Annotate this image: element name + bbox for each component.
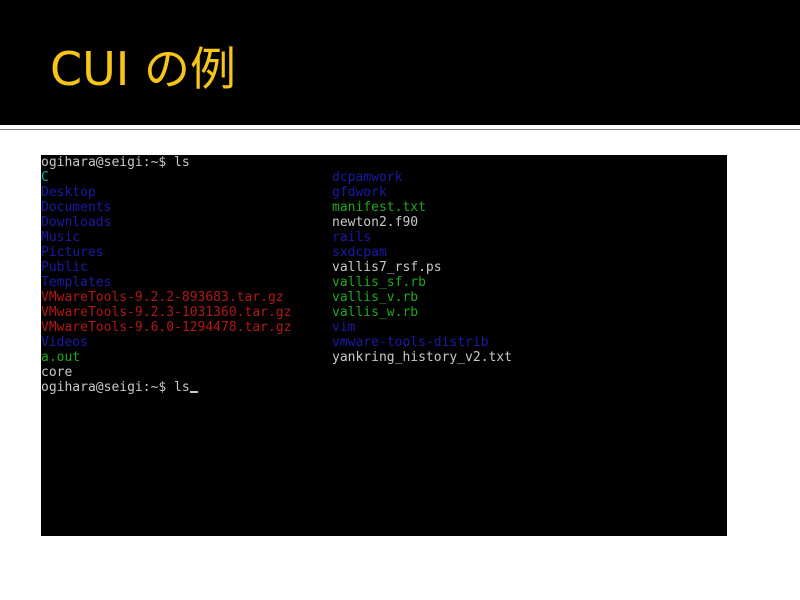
file-entry: yankring_history_v2.txt	[332, 350, 513, 365]
title-divider	[0, 129, 800, 130]
file-entry: dcpamwork	[332, 170, 403, 185]
file-entry: Downloads	[41, 215, 112, 230]
file-entry: vallis_w.rb	[332, 305, 419, 320]
file-entry: core	[41, 365, 73, 380]
file-entry: Videos	[41, 335, 88, 350]
file-entry: Desktop	[41, 185, 96, 200]
terminal-prompt-line[interactable]: ogihara@seigi:~$ ls	[41, 380, 198, 395]
prompt-command: ogihara@seigi:~$ ls	[41, 380, 190, 395]
file-entry: vallis7_rsf.ps	[332, 260, 442, 275]
file-entry: Pictures	[41, 245, 104, 260]
file-entry: VMwareTools-9.2.3-1031360.tar.gz	[41, 305, 292, 320]
file-entry: VMwareTools-9.6.0-1294478.tar.gz	[41, 320, 292, 335]
file-entry: vim	[332, 320, 356, 335]
file-entry: Documents	[41, 200, 112, 215]
file-entry: VMwareTools-9.2.2-893683.tar.gz	[41, 290, 284, 305]
file-entry: Music	[41, 230, 81, 245]
file-entry: vallis_sf.rb	[332, 275, 426, 290]
terminal-prompt-line: ogihara@seigi:~$ ls	[41, 155, 190, 170]
file-entry: manifest.txt	[332, 200, 426, 215]
file-entry: C	[41, 170, 49, 185]
file-entry: gfdwork	[332, 185, 387, 200]
file-entry: Public	[41, 260, 88, 275]
file-entry: sxdcpam	[332, 245, 387, 260]
slide-title: CUI の例	[50, 42, 236, 96]
terminal-window[interactable]: ogihara@seigi:~$ ls C Desktop Documents …	[41, 155, 727, 536]
text-cursor	[189, 391, 198, 393]
file-entry: vmware-tools-distrib	[332, 335, 489, 350]
prompt-command: ogihara@seigi:~$ ls	[41, 155, 190, 170]
file-entry: newton2.f90	[332, 215, 419, 230]
file-entry: Templates	[41, 275, 112, 290]
file-entry: a.out	[41, 350, 81, 365]
file-entry: rails	[332, 230, 372, 245]
file-entry: vallis_v.rb	[332, 290, 419, 305]
slide-title-bar: CUI の例	[0, 0, 800, 125]
